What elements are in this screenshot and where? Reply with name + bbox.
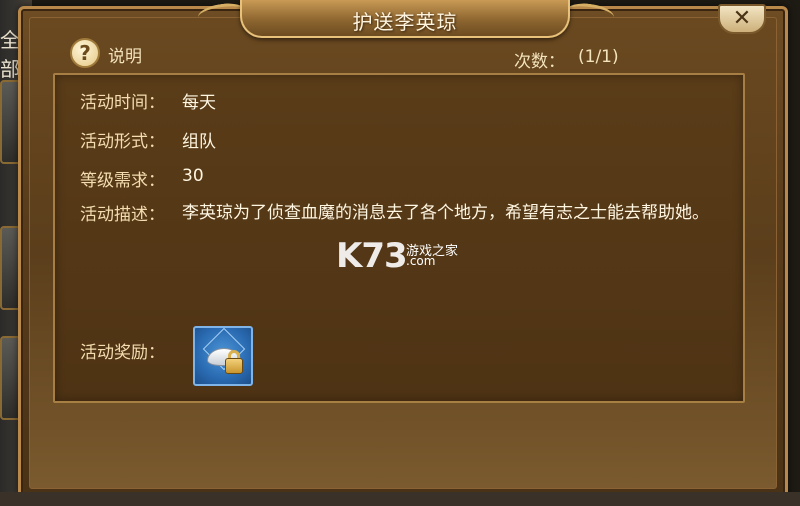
watermark-domain: .com — [406, 254, 436, 268]
background-bottom-bar — [0, 492, 800, 506]
count-label: 次数： — [514, 52, 565, 72]
dialog-title: 护送李英琼 — [352, 10, 458, 34]
watermark-logo: K73 — [336, 236, 408, 276]
level-value: 30 — [182, 166, 204, 186]
title-plaque: 护送李英琼 — [240, 0, 570, 38]
time-value: 每天 — [182, 93, 216, 113]
help-icon[interactable]: ? — [70, 38, 100, 68]
lock-icon — [225, 358, 243, 374]
description-value: 李英琼为了侦查血魔的消息去了各个地方，希望有志之士能去帮助她。 — [182, 203, 709, 223]
description-label: 活动描述： — [80, 205, 165, 225]
close-button[interactable]: ✕ — [718, 4, 766, 34]
format-label: 活动形式： — [80, 132, 165, 152]
reward-label: 活动奖励： — [80, 343, 165, 363]
time-label: 活动时间： — [80, 93, 165, 113]
reward-item-slot[interactable] — [193, 326, 253, 386]
help-label[interactable]: 说明 — [108, 42, 142, 67]
level-label: 等级需求： — [80, 171, 165, 191]
close-icon: ✕ — [732, 6, 752, 31]
format-value: 组队 — [182, 132, 216, 152]
count-value: (1/1) — [578, 47, 619, 67]
